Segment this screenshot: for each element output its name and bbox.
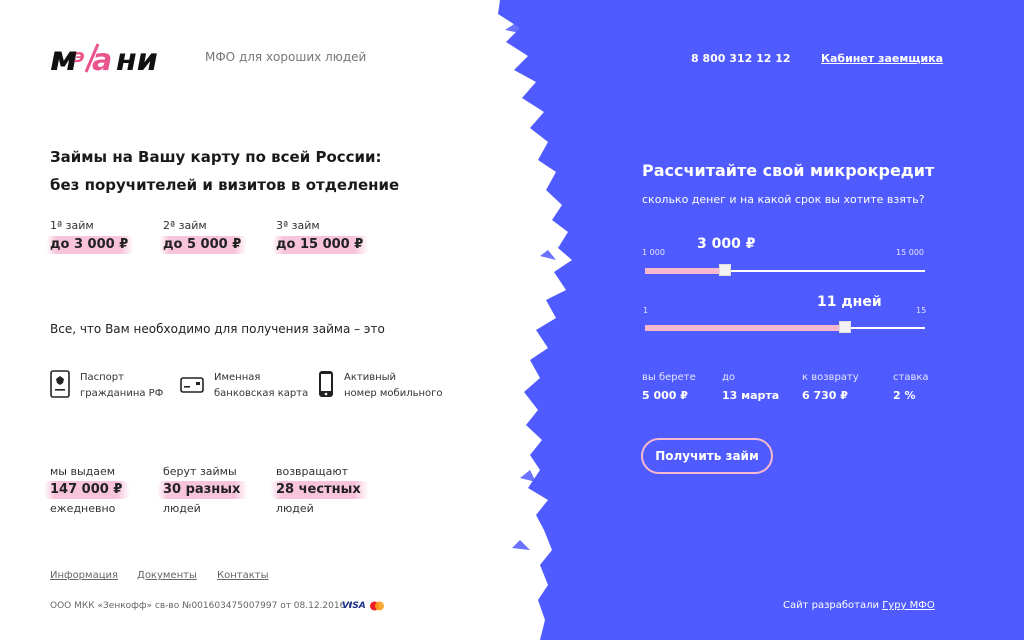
svg-text:а: а (92, 43, 112, 78)
amount-slider-min: 1 000 (642, 248, 665, 257)
loan-step-label: 3ª займ (276, 219, 320, 232)
footer-link-contacts[interactable]: Контакты (217, 570, 268, 581)
stat-value: 28 честных (270, 481, 369, 499)
loan-step-amount: до 5 000 ₽ (159, 236, 248, 254)
mastercard-icon (370, 601, 384, 611)
requirement-line: Именная (214, 372, 261, 383)
requirement-line: банковская карта (214, 388, 309, 399)
days-slider-max: 15 (916, 306, 927, 315)
summary-key: ставка (893, 372, 929, 383)
stat-value: 30 разных (157, 481, 249, 499)
requirements-title: Все, что Вам необходимо для получения за… (50, 322, 385, 336)
credit-prefix: Сайт разработали (783, 600, 880, 611)
amount-slider-thumb[interactable] (719, 264, 731, 276)
stat-borrowers: берут займы 30 разных людей (157, 465, 249, 515)
stat-returners: возвращают 28 честных людей (270, 465, 369, 515)
summary-value: 5 000 ₽ (642, 389, 688, 402)
days-slider-fill (645, 325, 845, 331)
days-slider-value: 11 дней (817, 294, 882, 310)
legal-info: ООО МКК «Зенкофф» св-во №001603475007997… (50, 601, 356, 611)
calculator-subtitle: сколько денег и на какой срок вы хотите … (642, 193, 925, 206)
amount-slider-value: 3 000 ₽ (697, 236, 756, 252)
amount-slider[interactable] (645, 264, 925, 276)
stat-value: 147 000 ₽ (44, 481, 131, 499)
amount-slider-fill (645, 268, 725, 274)
tagline: МФО для хороших людей (205, 50, 367, 64)
requirement-line: гражданина РФ (80, 388, 164, 399)
summary-value: 13 марта (722, 389, 780, 402)
visa-logo: VISA (342, 601, 366, 611)
stat-bottom: людей (276, 502, 314, 515)
requirement-bank-card: Именная банковская карта (180, 370, 308, 402)
loan-step-label: 1ª займ (50, 219, 94, 232)
passport-icon (50, 370, 70, 398)
loan-step-2: 2ª займ до 5 000 ₽ (159, 219, 248, 254)
stat-daily-issued: мы выдаем 147 000 ₽ ежедневно (44, 465, 131, 515)
days-slider[interactable] (645, 321, 925, 333)
phone-number[interactable]: 8 800 312 12 12 (691, 52, 791, 65)
mobile-phone-icon (319, 371, 333, 397)
svg-text:ни: ни (116, 43, 158, 78)
requirement-passport: Паспорт гражданина РФ (50, 370, 163, 402)
summary-rate: ставка 2 % (893, 372, 929, 402)
stat-bottom: ежедневно (50, 502, 116, 515)
stat-top: мы выдаем (50, 465, 116, 478)
loan-step-1: 1ª займ до 3 000 ₽ (46, 219, 135, 254)
days-slider-min: 1 (643, 306, 649, 315)
summary-value: 2 % (893, 389, 916, 402)
hero-line-2: без поручителей и визитов в отделение (50, 176, 400, 194)
stat-top: берут займы (163, 465, 237, 478)
requirement-line: номер мобильного (344, 388, 443, 399)
borrower-cabinet-link[interactable]: Кабинет заемщика (821, 52, 943, 65)
svg-text:э: э (74, 46, 85, 67)
stat-bottom: людей (163, 502, 201, 515)
developer-credit: Сайт разработали Гуру МФО (783, 600, 935, 611)
blue-brush-background (498, 0, 1024, 640)
summary-to-return: к возврату 6 730 ₽ (802, 372, 859, 402)
summary-due-date: до 13 марта (722, 372, 779, 402)
loan-step-amount: до 3 000 ₽ (46, 236, 135, 254)
amount-slider-max: 15 000 (896, 248, 924, 257)
requirement-line: Активный (344, 372, 397, 383)
get-loan-button[interactable]: Получить займ (641, 438, 773, 474)
summary-key: к возврату (802, 372, 859, 383)
footer-link-documents[interactable]: Документы (137, 570, 197, 581)
summary-key: вы берете (642, 372, 696, 383)
stat-top: возвращают (276, 465, 349, 478)
loan-step-label: 2ª займ (163, 219, 207, 232)
summary-key: до (722, 372, 736, 383)
requirement-line: Паспорт (80, 372, 124, 383)
summary-value: 6 730 ₽ (802, 389, 848, 402)
days-slider-thumb[interactable] (839, 321, 851, 333)
hero-headline: Займы на Вашу карту по всей России: без … (50, 143, 399, 199)
loan-step-3: 3ª займ до 15 000 ₽ (272, 219, 370, 254)
logo[interactable]: м э а ни (50, 38, 190, 78)
summary-amount: вы берете 5 000 ₽ (642, 372, 696, 402)
developer-link[interactable]: Гуру МФО (882, 600, 935, 611)
footer-link-info[interactable]: Информация (50, 570, 118, 581)
requirement-mobile: Активный номер мобильного (318, 370, 443, 402)
calculator-title: Рассчитайте свой микрокредит (642, 161, 935, 180)
hero-line-1: Займы на Вашу карту по всей России: (50, 148, 382, 166)
bank-card-icon (180, 377, 204, 393)
loan-step-amount: до 15 000 ₽ (272, 236, 370, 254)
